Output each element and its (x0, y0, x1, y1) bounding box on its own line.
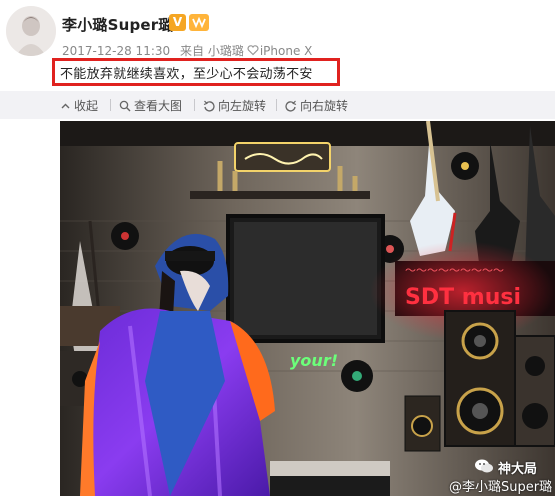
wechat-watermark: 神大局 (498, 462, 538, 477)
toolbar-divider (276, 99, 277, 111)
neon-small-sign: 〜〜〜〜〜〜〜〜〜 (405, 264, 504, 277)
rotate-right-button[interactable]: 向右旋转 (285, 97, 348, 114)
post-header: 李小璐Super璐 V 2017-12-28 11:30 来自 小璐璐 iPhon… (0, 0, 555, 92)
view-large-label: 查看大图 (134, 99, 183, 113)
post-photo[interactable]: 〜〜〜〜〜〜〜〜〜 SDT musi your! (60, 121, 555, 496)
neon-green-text: your! (290, 351, 338, 370)
source-prefix: 来自 (179, 44, 204, 58)
view-large-button[interactable]: 查看大图 (119, 97, 182, 114)
post-content: 不能放弃就继续喜欢，至少心不会动荡不安 (60, 67, 313, 82)
rotate-right-label: 向右旋转 (300, 99, 349, 113)
vip-level-icon (189, 14, 209, 31)
source-device[interactable]: iPhone X (260, 44, 313, 58)
heart-icon (247, 44, 259, 56)
rotate-left-label: 向左旋转 (218, 99, 267, 113)
image-toolbar: 收起 查看大图 向左旋转 向右旋转 (0, 91, 555, 119)
rotate-left-button[interactable]: 向左旋转 (203, 97, 266, 114)
collapse-label: 收起 (74, 99, 99, 113)
toolbar-divider (194, 99, 195, 111)
collapse-button[interactable]: 收起 (60, 97, 98, 114)
verified-badge-icon: V (169, 14, 186, 31)
neon-sign-text: SDT musi (405, 285, 521, 310)
post-timestamp[interactable]: 2017-12-28 11:30 (62, 44, 170, 58)
toolbar-divider (110, 99, 111, 111)
search-icon (119, 100, 131, 112)
collapse-icon (61, 103, 70, 109)
wechat-icon (474, 458, 494, 474)
avatar[interactable] (6, 6, 56, 56)
source-user[interactable]: 小璐璐 (208, 44, 244, 58)
post-meta: 2017-12-28 11:30 来自 小璐璐 iPhone X (62, 42, 312, 59)
rotate-left-icon (203, 100, 215, 112)
rotate-right-icon (285, 100, 297, 112)
username[interactable]: 李小璐Super璐 (62, 14, 174, 35)
photo-scene: 〜〜〜〜〜〜〜〜〜 SDT musi your! (60, 121, 555, 496)
weibo-watermark: @李小璐Super璐 (449, 480, 553, 495)
